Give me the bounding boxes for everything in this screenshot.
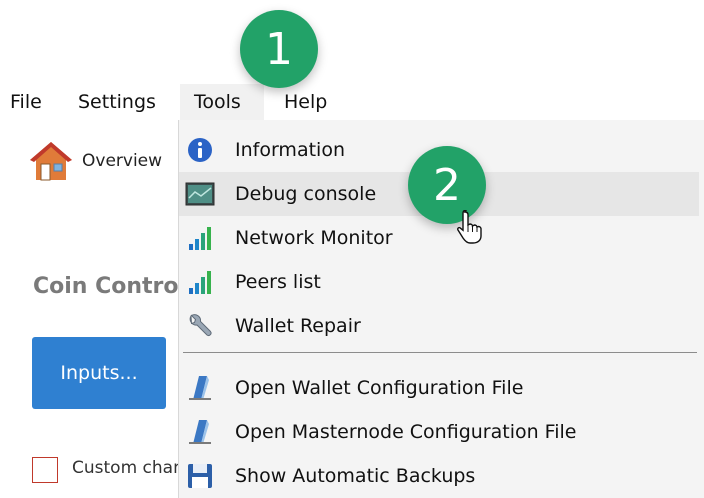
signal-bars-icon [189,227,211,250]
menu-bar: File Settings Tools Help [0,84,704,120]
menu-item-label: Show Automatic Backups [235,465,476,487]
menu-item-open-wallet-config[interactable]: Open Wallet Configuration File [179,366,699,410]
menu-separator [183,352,697,353]
section-title: Coin Control Features [33,274,182,299]
custom-change-checkbox[interactable] [32,457,58,483]
home-icon [30,142,72,181]
menu-item-label: Information [235,139,345,161]
menu-item-label: Open Masternode Configuration File [235,421,577,443]
menu-file[interactable]: File [8,84,44,120]
menu-item-show-automatic-backups[interactable]: Show Automatic Backups [179,454,699,498]
step-badge-1: 1 [240,10,318,88]
info-icon [188,138,212,162]
menu-item-label: Open Wallet Configuration File [235,377,524,399]
menu-item-label: Peers list [235,271,321,293]
menu-settings[interactable]: Settings [76,84,158,120]
menu-item-open-masternode-config[interactable]: Open Masternode Configuration File [179,410,699,454]
menu-item-wallet-repair[interactable]: Wallet Repair [179,304,699,348]
menu-item-label: Network Monitor [235,227,393,249]
floppy-disk-icon [188,464,212,488]
main-content: Overview Coin Control Features Inputs...… [0,120,182,498]
menu-item-label: Wallet Repair [235,315,361,337]
menu-help[interactable]: Help [282,84,329,120]
custom-change-label: Custom change address [72,458,182,478]
overview-tab[interactable]: Overview [28,136,162,186]
signal-bars-icon [189,271,211,294]
inputs-button[interactable]: Inputs... [32,337,166,409]
menu-item-peers-list[interactable]: Peers list [179,260,699,304]
hand-cursor-icon [457,210,482,244]
wrench-icon [189,314,212,336]
menu-item-label: Debug console [235,183,377,205]
overview-label: Overview [82,151,163,171]
console-icon [185,182,215,206]
edit-file-icon [189,420,211,444]
edit-file-icon [189,376,211,400]
menu-tools[interactable]: Tools [180,84,264,120]
